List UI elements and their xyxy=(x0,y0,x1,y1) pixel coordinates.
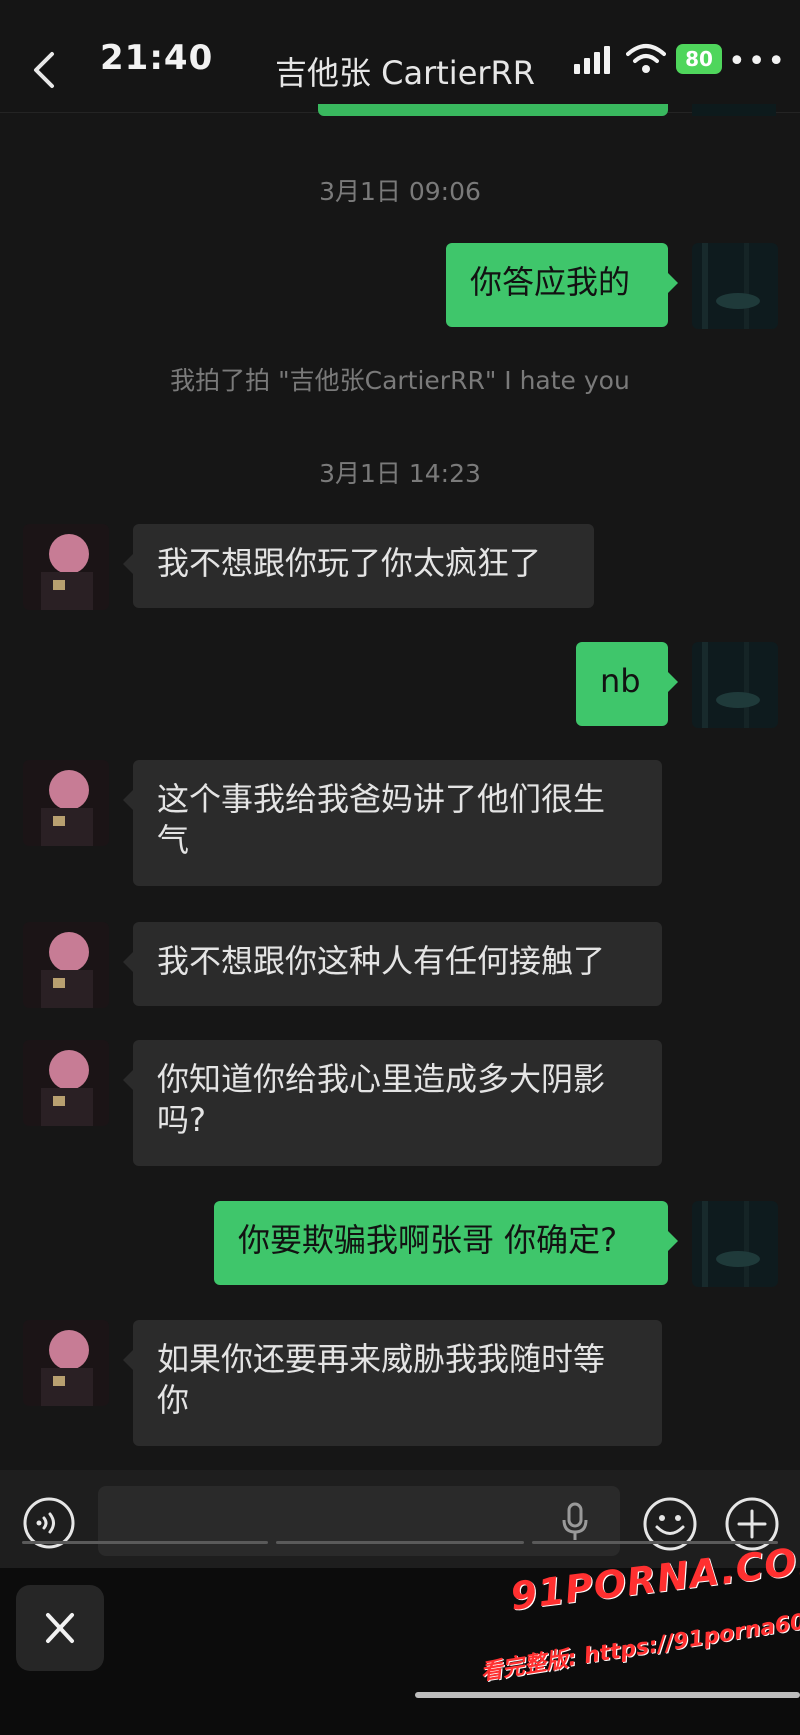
chat-title: 吉他张 CartierRR xyxy=(274,54,536,92)
previous-avatar-edge xyxy=(692,104,776,116)
chevron-left-icon xyxy=(34,52,54,88)
message-text: 我不想跟你玩了你太疯狂了 xyxy=(157,544,542,582)
message-text-line: 你知道你给我心里造成多大阴影 xyxy=(157,1060,606,1098)
my-avatar[interactable] xyxy=(692,1201,778,1287)
contact-avatar[interactable] xyxy=(23,760,109,846)
previous-bubble-edge xyxy=(318,104,668,116)
message-input[interactable] xyxy=(98,1486,620,1556)
emoji-button[interactable] xyxy=(642,1496,698,1556)
back-button[interactable] xyxy=(26,46,62,94)
close-icon xyxy=(46,1613,74,1643)
contact-avatar[interactable] xyxy=(23,524,109,610)
message-text-line: 你 xyxy=(157,1381,190,1419)
voice-button[interactable] xyxy=(22,1496,76,1554)
mic-icon xyxy=(562,1502,588,1540)
wifi-icon xyxy=(626,42,666,80)
message-text-line: 这个事我给我爸妈讲了他们很生 xyxy=(157,780,606,818)
contact-avatar[interactable] xyxy=(23,1320,109,1406)
message-text: nb xyxy=(600,662,641,700)
my-avatar[interactable] xyxy=(692,243,778,329)
message-incoming[interactable]: 我不想跟你这种人有任何接触了 xyxy=(123,922,662,1006)
divider xyxy=(22,1541,268,1544)
divider xyxy=(276,1541,524,1544)
message-outgoing[interactable]: nb xyxy=(576,642,678,726)
close-button[interactable] xyxy=(16,1585,104,1671)
message-text: 你答应我的 xyxy=(470,263,631,301)
status-time: 21:40 xyxy=(100,38,214,78)
divider xyxy=(532,1541,778,1544)
timestamp: 3月1日 14:23 xyxy=(319,459,481,488)
message-outgoing[interactable]: 你要欺骗我啊张哥 你确定? xyxy=(214,1201,678,1285)
message-incoming[interactable]: 如果你还要再来威胁我我随时等 你 xyxy=(123,1320,662,1446)
message-text-line: 吗? xyxy=(157,1101,206,1139)
contact-avatar[interactable] xyxy=(23,1040,109,1126)
battery-indicator: 80 xyxy=(676,44,722,74)
system-pat-message: 我拍了拍 "吉他张CartierRR" I hate you xyxy=(170,366,630,395)
home-indicator[interactable] xyxy=(415,1692,800,1698)
timestamp: 3月1日 09:06 xyxy=(319,177,481,206)
mic-button[interactable] xyxy=(560,1502,590,1546)
message-text-line: 气 xyxy=(157,821,190,859)
more-options-icon[interactable]: ••• xyxy=(728,47,787,77)
message-incoming[interactable]: 你知道你给我心里造成多大阴影 吗? xyxy=(123,1040,662,1166)
message-incoming[interactable]: 我不想跟你玩了你太疯狂了 xyxy=(123,524,594,608)
message-text-line: 如果你还要再来威胁我我随时等 xyxy=(157,1340,606,1378)
message-outgoing[interactable]: 你答应我的 xyxy=(446,243,678,327)
contact-avatar[interactable] xyxy=(23,922,109,1008)
my-avatar[interactable] xyxy=(692,642,778,728)
message-text: 你要欺骗我啊张哥 你确定? xyxy=(238,1221,618,1259)
message-text: 我不想跟你这种人有任何接触了 xyxy=(157,942,606,980)
signal-icon xyxy=(574,46,614,80)
message-incoming[interactable]: 这个事我给我爸妈讲了他们很生 气 xyxy=(123,760,662,886)
